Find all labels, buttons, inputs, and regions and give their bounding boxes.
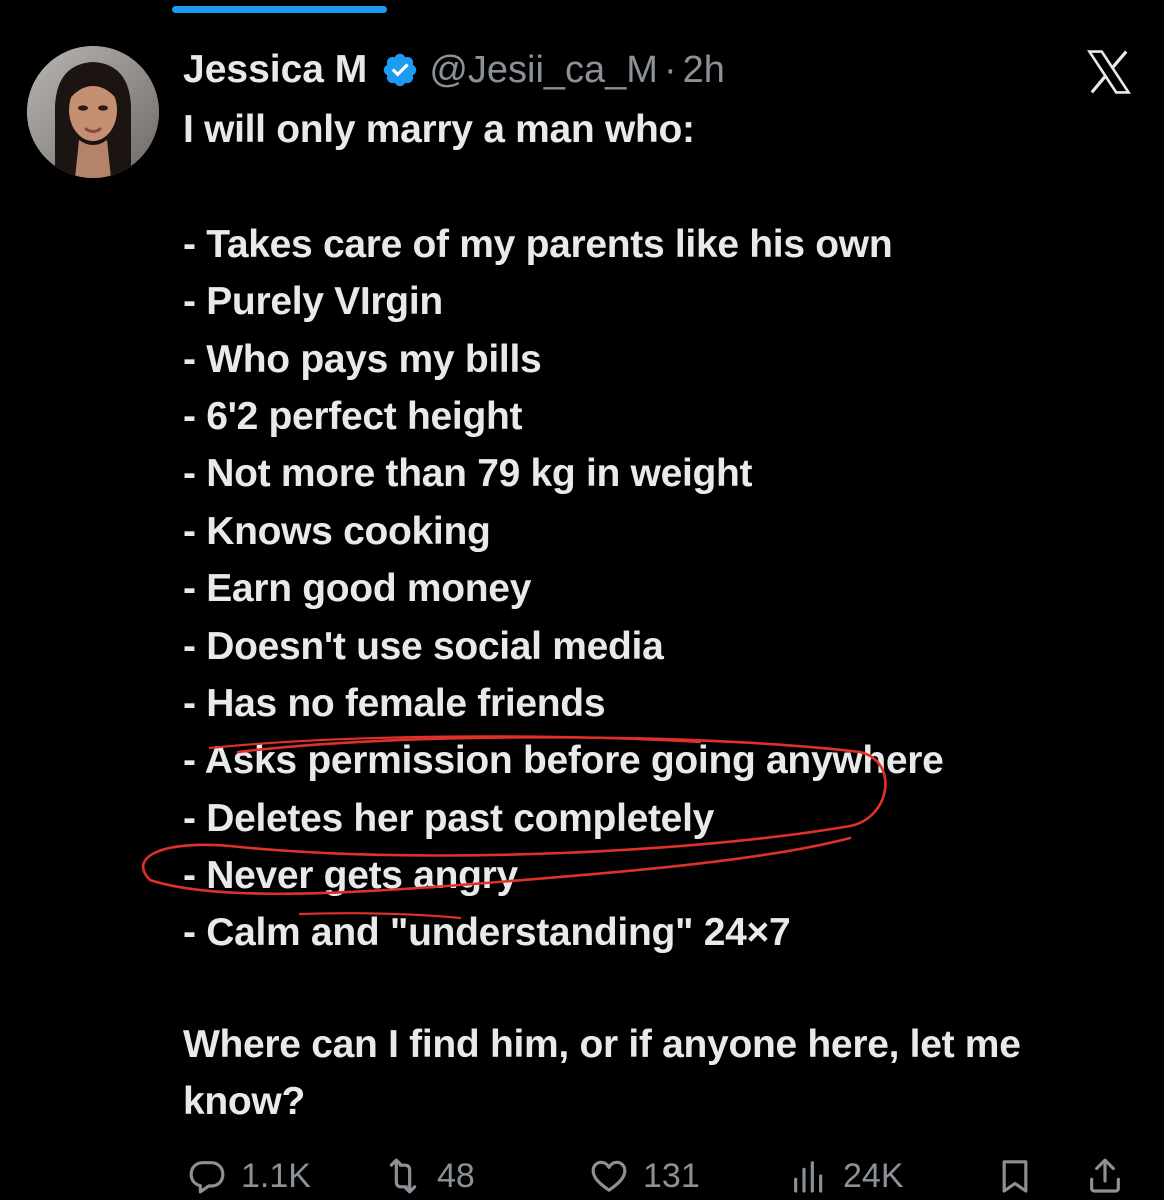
share-icon xyxy=(1090,1158,1120,1193)
list-item: - Deletes her past completely xyxy=(183,796,714,840)
x-logo-icon[interactable] xyxy=(1084,48,1134,96)
bookmark-icon xyxy=(1002,1160,1028,1193)
bookmark-button[interactable] xyxy=(995,1152,1035,1200)
verified-badge-icon xyxy=(384,53,417,87)
repost-count: 48 xyxy=(437,1156,475,1195)
list-item: - Knows cooking xyxy=(183,509,491,553)
timestamp[interactable]: 2h xyxy=(683,49,725,92)
heart-icon xyxy=(591,1160,627,1192)
repost-icon xyxy=(389,1158,417,1194)
tweet-header: Jessica M @Jesii_ca_M · 2h xyxy=(183,46,725,94)
top-scroll-indicator xyxy=(172,6,387,13)
reply-icon xyxy=(189,1161,225,1194)
share-button[interactable] xyxy=(1085,1152,1125,1200)
views-icon xyxy=(794,1161,823,1193)
list-item: - Calm and "understanding" 24×7 xyxy=(183,911,791,955)
list-item: - Never gets angry xyxy=(183,854,518,898)
tweet-intro: I will only marry a man who: xyxy=(183,108,695,151)
tweet-closing: Where can I find him, or if anyone here,… xyxy=(183,1023,1021,1124)
list-item: - Earn good money xyxy=(183,567,532,611)
repost-button[interactable]: 48 xyxy=(383,1152,475,1200)
avatar-photo xyxy=(27,46,159,178)
reply-count: 1.1K xyxy=(241,1156,311,1195)
display-name[interactable]: Jessica M xyxy=(183,48,367,92)
list-item: - Purely VIrgin xyxy=(183,280,443,324)
avatar[interactable] xyxy=(27,46,159,178)
tweet-text: I will only marry a man who: - Takes car… xyxy=(183,101,1143,962)
list-item: - Asks permission before going anywhere xyxy=(183,739,944,783)
like-count: 131 xyxy=(643,1156,700,1195)
views-count: 24K xyxy=(843,1156,904,1195)
list-item: - Who pays my bills xyxy=(183,337,542,381)
list-item: - Not more than 79 kg in weight xyxy=(183,452,753,496)
list-item: - 6'2 perfect height xyxy=(183,394,523,438)
reply-button[interactable]: 1.1K xyxy=(187,1152,311,1200)
list-item: - Doesn't use social media xyxy=(183,624,664,668)
views-button[interactable]: 24K xyxy=(789,1152,904,1200)
list-item: - Has no female friends xyxy=(183,681,606,725)
like-button[interactable]: 131 xyxy=(589,1152,700,1200)
separator-dot: · xyxy=(663,48,677,91)
list-item: - Takes care of my parents like his own xyxy=(183,222,893,266)
handle[interactable]: @Jesii_ca_M xyxy=(429,49,658,92)
tweet-actions: 1.1K 48 131 24K xyxy=(183,1152,1143,1200)
